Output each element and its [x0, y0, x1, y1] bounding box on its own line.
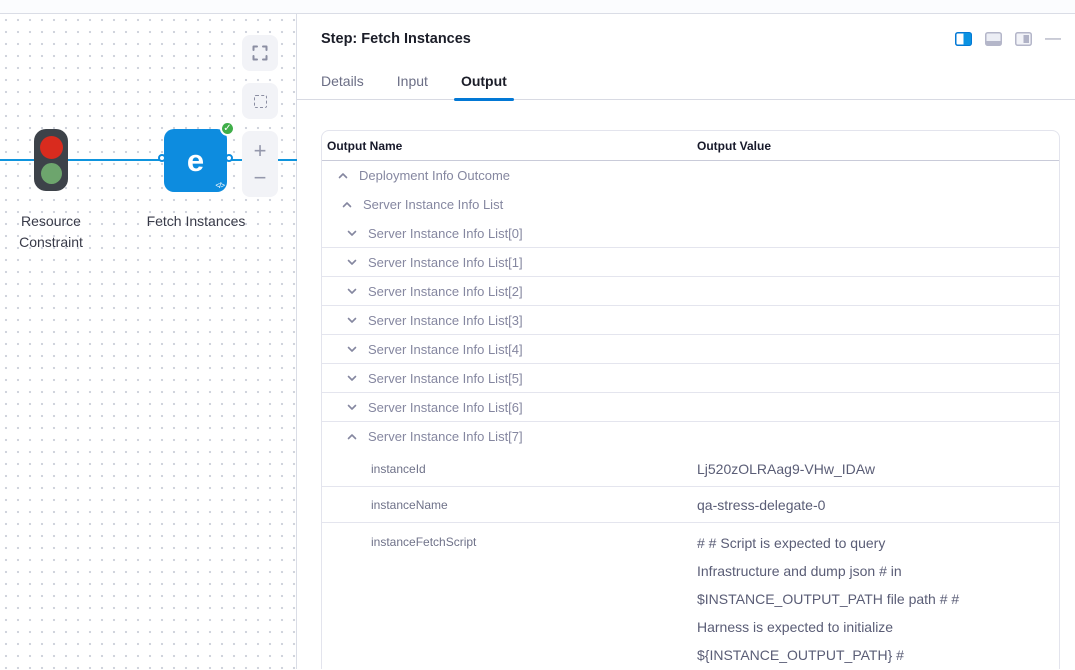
chevron-down-icon [346, 343, 358, 355]
output-key: instanceName [327, 498, 697, 512]
panel-header: Step: Fetch Instances [297, 14, 1075, 48]
tree-row[interactable]: Server Instance Info List[7] [322, 422, 1059, 451]
output-key: instanceFetchScript [327, 529, 697, 549]
node-fetch-instances[interactable]: e </> ✓ [164, 129, 227, 192]
chevron-down-icon [346, 285, 358, 297]
node-label-fetch-instances: Fetch Instances [116, 211, 276, 232]
tree-row[interactable]: Server Instance Info List[5] [322, 364, 1059, 393]
tree-row[interactable]: Server Instance Info List[1] [322, 248, 1059, 277]
tree-row[interactable]: Server Instance Info List[3] [322, 306, 1059, 335]
tree-row-label: Server Instance Info List [363, 197, 503, 212]
output-value: qa-stress-delegate-0 [697, 497, 1059, 513]
chevron-up-icon [341, 199, 353, 211]
tree-row[interactable]: Server Instance Info List[0] [322, 219, 1059, 248]
chevron-down-icon [346, 227, 358, 239]
right-drawer-view-button[interactable] [1015, 32, 1032, 46]
chevron-down-icon [346, 256, 358, 268]
select-area-icon [254, 95, 267, 108]
output-key: instanceId [327, 462, 697, 476]
canvas-zoom-control: + − [242, 131, 278, 197]
chevron-down-icon [346, 401, 358, 413]
tree-row-label: Server Instance Info List[5] [368, 371, 523, 386]
tree-row[interactable]: Server Instance Info List[6] [322, 393, 1059, 422]
tree-row-label: Server Instance Info List[0] [368, 226, 523, 241]
canvas-select-area-button[interactable] [242, 83, 278, 119]
tab-details[interactable]: Details [321, 73, 364, 99]
zoom-in-button[interactable]: + [254, 140, 267, 162]
output-table-card: Output Name Output Value Deployment Info… [321, 130, 1060, 669]
fullscreen-icon [252, 45, 268, 61]
output-kv-row: instanceFetchScript# # Script is expecte… [322, 523, 1059, 669]
tree-row-label: Server Instance Info List[2] [368, 284, 523, 299]
tree-row[interactable]: Deployment Info Outcome [322, 161, 1059, 190]
traffic-light-green-icon [41, 163, 62, 184]
tree-row[interactable]: Server Instance Info List [322, 190, 1059, 219]
zoom-out-button[interactable]: − [254, 167, 267, 189]
tree-row-label: Server Instance Info List[3] [368, 313, 523, 328]
step-title: Step: Fetch Instances [321, 31, 955, 47]
canvas-fullscreen-button[interactable] [242, 35, 278, 71]
column-output-name: Output Name [327, 139, 697, 153]
output-value-line: Lj520zOLRAag9-VHw_IDAw [697, 461, 1059, 477]
bottom-view-icon [985, 32, 1002, 46]
step-details-panel: Step: Fetch Instances [297, 14, 1075, 669]
traffic-light-red-icon [40, 136, 63, 159]
pipeline-canvas[interactable]: Resource Constraint e </> ✓ Fetch Instan… [0, 14, 297, 669]
tree-row-label: Server Instance Info List[1] [368, 255, 523, 270]
tab-output[interactable]: Output [461, 73, 507, 99]
code-step-icon: </> [215, 181, 224, 190]
bottom-view-button[interactable] [985, 32, 1002, 46]
node-label-resource-constraint: Resource Constraint [0, 211, 102, 253]
node-resource-constraint[interactable] [34, 129, 68, 191]
tree-row-label: Server Instance Info List[7] [368, 429, 523, 444]
output-table-rows: Deployment Info Outcome Server Instance I… [322, 161, 1059, 669]
tree-row-label: Server Instance Info List[4] [368, 342, 523, 357]
chevron-up-icon [337, 170, 349, 182]
output-value-line: Harness is expected to initialize [697, 613, 1059, 641]
panel-view-controls: — [955, 30, 1061, 48]
output-value-line: # # Script is expected to query [697, 529, 1059, 557]
tree-row-label: Server Instance Info List[6] [368, 400, 523, 415]
output-value-line: Infrastructure and dump json # in [697, 557, 1059, 585]
tab-input[interactable]: Input [397, 73, 428, 99]
node-port-left [158, 154, 166, 162]
output-value-line: $INSTANCE_OUTPUT_PATH file path # # [697, 585, 1059, 613]
success-check-icon: ✓ [220, 121, 235, 136]
output-value: # # Script is expected to queryInfrastru… [697, 529, 1059, 669]
top-bar [0, 0, 1075, 14]
main-layout: Resource Constraint e </> ✓ Fetch Instan… [0, 14, 1075, 669]
right-drawer-view-icon [1015, 32, 1032, 46]
node-port-right [225, 154, 233, 162]
tree-row[interactable]: Server Instance Info List[2] [322, 277, 1059, 306]
tree-row-label: Deployment Info Outcome [359, 168, 510, 183]
chevron-down-icon [346, 372, 358, 384]
output-kv-row: instanceNameqa-stress-delegate-0 [322, 487, 1059, 523]
output-table-header: Output Name Output Value [322, 131, 1059, 161]
split-right-view-icon [955, 32, 972, 46]
output-value-line: qa-stress-delegate-0 [697, 497, 1059, 513]
chevron-down-icon [346, 314, 358, 326]
tree-row[interactable]: Server Instance Info List[4] [322, 335, 1059, 364]
split-right-view-button[interactable] [955, 32, 972, 46]
output-value-line: ${INSTANCE_OUTPUT_PATH} # [697, 641, 1059, 669]
chevron-up-icon [346, 431, 358, 443]
step-tabs: Details Input Output [297, 73, 1075, 100]
output-value: Lj520zOLRAag9-VHw_IDAw [697, 461, 1059, 477]
column-output-value: Output Value [697, 139, 1059, 153]
output-kv-row: instanceIdLj520zOLRAag9-VHw_IDAw [322, 451, 1059, 487]
minimize-button[interactable]: — [1045, 30, 1061, 48]
